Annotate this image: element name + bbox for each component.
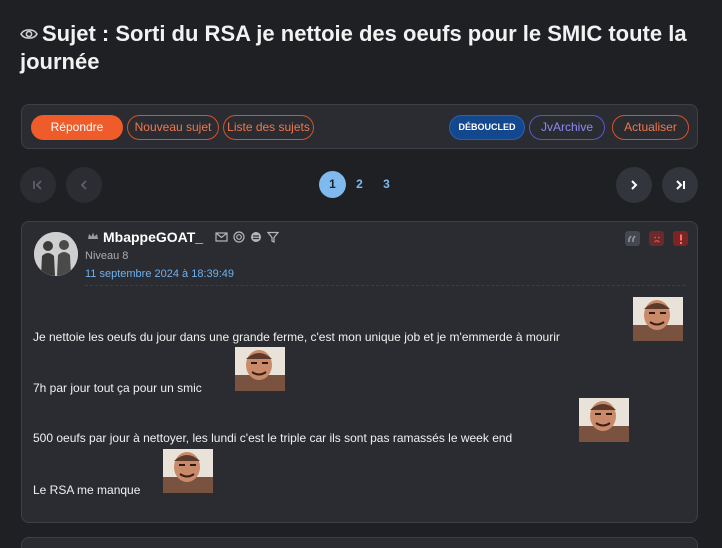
page-1-button[interactable]: 1	[319, 171, 346, 198]
quote-button[interactable]	[625, 231, 640, 246]
page-2-button[interactable]: 2	[346, 171, 373, 198]
eye-icon	[20, 28, 38, 39]
next-page-button[interactable]	[616, 167, 652, 203]
reply-button[interactable]: Répondre	[31, 115, 123, 140]
new-topic-button[interactable]: Nouveau sujet	[127, 115, 219, 140]
sad-face-icon	[653, 236, 660, 242]
first-page-button[interactable]	[20, 167, 56, 203]
mail-icon[interactable]	[215, 231, 228, 242]
risitas-sticker-icon	[163, 449, 213, 493]
first-page-icon	[33, 180, 42, 190]
post-header-divider	[85, 285, 685, 286]
page-title: Sujet : Sorti du RSA je nettoie des oeuf…	[20, 20, 710, 76]
risitas-sticker-icon	[633, 297, 683, 341]
filter-icon[interactable]	[267, 231, 279, 243]
refresh-button[interactable]: Actualiser	[612, 115, 689, 140]
risitas-sticker-icon	[579, 398, 629, 442]
chevron-left-icon	[80, 180, 87, 190]
target-icon[interactable]	[233, 231, 245, 243]
author-name[interactable]: MbappeGOAT_	[103, 229, 203, 245]
avatar[interactable]	[34, 232, 78, 276]
message-line: Je nettoie les oeufs du jour dans une gr…	[33, 330, 560, 344]
topic-list-button[interactable]: Liste des sujets	[223, 115, 314, 140]
deboucled-button[interactable]: DÉBOUCLED	[449, 115, 525, 140]
alert-icon	[679, 234, 682, 244]
next-forum-post	[21, 537, 698, 548]
avatar-image	[34, 232, 78, 276]
jvarchive-button[interactable]: JvArchive	[529, 115, 605, 140]
post-date-link[interactable]: 11 septembre 2024 à 18:39:49	[85, 268, 234, 280]
last-page-icon	[676, 180, 685, 190]
report-button[interactable]	[673, 231, 688, 246]
author-level: Niveau 8	[85, 250, 129, 262]
previous-page-button[interactable]	[66, 167, 102, 203]
chevron-right-icon	[631, 180, 638, 190]
topic-toolbar: Répondre Nouveau sujet Liste des sujets …	[21, 104, 698, 149]
private-message-button[interactable]	[649, 231, 664, 246]
author-actions	[215, 231, 279, 243]
last-page-button[interactable]	[662, 167, 698, 203]
page-3-button[interactable]: 3	[373, 171, 400, 198]
archive-icon[interactable]	[250, 231, 262, 243]
crown-icon	[88, 232, 98, 239]
forum-post: MbappeGOAT_ Niveau 8 11 septembre 2024 à…	[21, 221, 698, 523]
message-line: 7h par jour tout ça pour un smic	[33, 381, 202, 395]
topic-title-text: Sujet : Sorti du RSA je nettoie des oeuf…	[20, 21, 687, 74]
risitas-sticker-icon	[235, 347, 285, 391]
quote-icon	[628, 235, 636, 242]
message-line: 500 oeufs par jour à nettoyer, les lundi…	[33, 431, 513, 445]
message-line: Le RSA me manque	[33, 483, 141, 497]
